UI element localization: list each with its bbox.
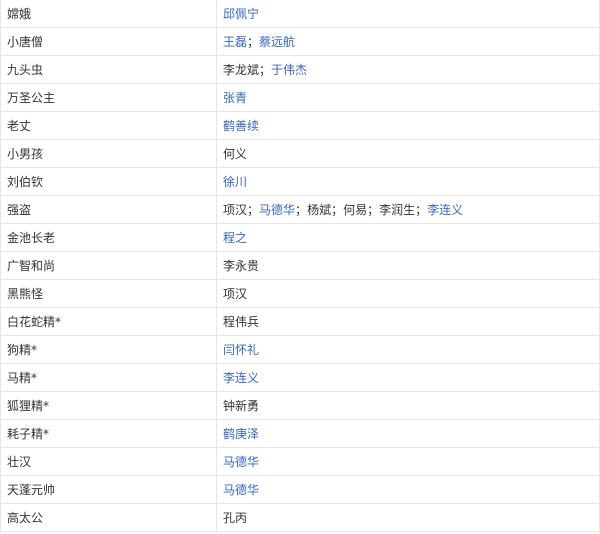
actor-cell: 张青 bbox=[216, 83, 600, 112]
table-row: 万圣公主 张青 bbox=[0, 83, 600, 112]
actor-link[interactable]: 邱佩宁 bbox=[223, 7, 259, 21]
actor-link[interactable]: 闫怀礼 bbox=[223, 343, 259, 357]
actor-link[interactable]: 李连义 bbox=[223, 371, 259, 385]
actor-cell: 闫怀礼 bbox=[216, 335, 600, 364]
table-row: 小唐僧 王磊；蔡远航 bbox=[0, 27, 600, 56]
actor-cell: 项汉；马德华；杨斌；何易；李润生；李连义 bbox=[216, 195, 600, 224]
role-cell: 老丈 bbox=[0, 111, 217, 140]
actor-separator: ； bbox=[331, 203, 344, 217]
actor-cell: 李连义 bbox=[216, 363, 600, 392]
actor-link[interactable]: 鹤庚泽 bbox=[223, 427, 259, 441]
actor-name: 钟新勇 bbox=[223, 399, 260, 413]
actor-link[interactable]: 于伟杰 bbox=[271, 63, 307, 77]
table-row: 耗子精* 鹤庚泽 bbox=[0, 419, 600, 448]
actor-cell: 程之 bbox=[216, 223, 600, 252]
actor-name: 杨斌 bbox=[307, 203, 332, 217]
actor-cell: 马德华 bbox=[216, 475, 600, 504]
role-cell: 马精* bbox=[0, 363, 217, 392]
actor-separator: ； bbox=[295, 203, 308, 217]
table-row: 嫦娥 邱佩宁 bbox=[0, 0, 600, 28]
actor-separator: ； bbox=[367, 203, 380, 217]
role-cell: 黑熊怪 bbox=[0, 279, 217, 308]
actor-link[interactable]: 李连义 bbox=[427, 203, 463, 217]
actor-cell: 王磊；蔡远航 bbox=[216, 27, 600, 56]
actor-separator: ； bbox=[259, 63, 272, 77]
actor-separator: ； bbox=[247, 35, 260, 49]
actor-name: 李润生 bbox=[379, 203, 416, 217]
actor-cell: 孔丙 bbox=[216, 503, 600, 532]
cast-table: 嫦娥 邱佩宁 小唐僧 王磊；蔡远航 九头虫 李龙斌；于伟杰 万圣公主 张青 老丈 鹤善续 小男孩 何义… bbox=[0, 0, 600, 532]
role-cell: 九头虫 bbox=[0, 55, 217, 84]
table-row: 狗精* 闫怀礼 bbox=[0, 335, 600, 364]
table-row: 壮汉 马德华 bbox=[0, 447, 600, 476]
actor-name: 孔丙 bbox=[223, 511, 248, 525]
table-row: 强盗 项汉；马德华；杨斌；何易；李润生；李连义 bbox=[0, 195, 600, 224]
actor-name: 李永贵 bbox=[223, 259, 260, 273]
actor-cell: 鹤善续 bbox=[216, 111, 600, 140]
role-cell: 白花蛇精* bbox=[0, 307, 217, 336]
actor-cell: 何义 bbox=[216, 139, 600, 168]
role-cell: 狗精* bbox=[0, 335, 217, 364]
role-cell: 万圣公主 bbox=[0, 83, 217, 112]
table-row: 九头虫 李龙斌；于伟杰 bbox=[0, 55, 600, 84]
role-cell: 嫦娥 bbox=[0, 0, 217, 28]
actor-cell: 徐川 bbox=[216, 167, 600, 196]
role-cell: 天蓬元帅 bbox=[0, 475, 217, 504]
role-cell: 小唐僧 bbox=[0, 27, 217, 56]
table-row: 刘伯钦 徐川 bbox=[0, 167, 600, 196]
actor-name: 项汉 bbox=[223, 287, 248, 301]
actor-cell: 邱佩宁 bbox=[216, 0, 600, 28]
actor-name: 程伟兵 bbox=[223, 315, 260, 329]
actor-link[interactable]: 程之 bbox=[223, 231, 247, 245]
actor-separator: ； bbox=[415, 203, 428, 217]
table-row: 马精* 李连义 bbox=[0, 363, 600, 392]
actor-cell: 李永贵 bbox=[216, 251, 600, 280]
actor-cell: 程伟兵 bbox=[216, 307, 600, 336]
actor-separator: ； bbox=[247, 203, 260, 217]
actor-name: 何义 bbox=[223, 147, 248, 161]
table-row: 小男孩 何义 bbox=[0, 139, 600, 168]
actor-cell: 马德华 bbox=[216, 447, 600, 476]
table-row: 金池长老 程之 bbox=[0, 223, 600, 252]
actor-link[interactable]: 马德华 bbox=[259, 203, 295, 217]
role-cell: 小男孩 bbox=[0, 139, 217, 168]
role-cell: 高太公 bbox=[0, 503, 217, 532]
actor-name: 何易 bbox=[343, 203, 368, 217]
actor-name: 李龙斌 bbox=[223, 63, 260, 77]
table-row: 广智和尚 李永贵 bbox=[0, 251, 600, 280]
table-row: 狐狸精* 钟新勇 bbox=[0, 391, 600, 420]
table-row: 高太公 孔丙 bbox=[0, 503, 600, 532]
actor-cell: 项汉 bbox=[216, 279, 600, 308]
actor-link[interactable]: 马德华 bbox=[223, 483, 259, 497]
role-cell: 金池长老 bbox=[0, 223, 217, 252]
actor-link[interactable]: 鹤善续 bbox=[223, 119, 259, 133]
role-cell: 强盗 bbox=[0, 195, 217, 224]
role-cell: 广智和尚 bbox=[0, 251, 217, 280]
actor-link[interactable]: 蔡远航 bbox=[259, 35, 295, 49]
role-cell: 壮汉 bbox=[0, 447, 217, 476]
table-row: 天蓬元帅 马德华 bbox=[0, 475, 600, 504]
actor-name: 项汉 bbox=[223, 203, 248, 217]
table-row: 黑熊怪 项汉 bbox=[0, 279, 600, 308]
cast-table-body: 嫦娥 邱佩宁 小唐僧 王磊；蔡远航 九头虫 李龙斌；于伟杰 万圣公主 张青 老丈 鹤善续 小男孩 何义… bbox=[0, 0, 600, 532]
table-row: 老丈 鹤善续 bbox=[0, 111, 600, 140]
role-cell: 耗子精* bbox=[0, 419, 217, 448]
role-cell: 狐狸精* bbox=[0, 391, 217, 420]
role-cell: 刘伯钦 bbox=[0, 167, 217, 196]
actor-link[interactable]: 王磊 bbox=[223, 35, 247, 49]
actor-link[interactable]: 张青 bbox=[223, 91, 247, 105]
actor-link[interactable]: 徐川 bbox=[223, 175, 247, 189]
actor-cell: 鹤庚泽 bbox=[216, 419, 600, 448]
table-row: 白花蛇精* 程伟兵 bbox=[0, 307, 600, 336]
actor-cell: 钟新勇 bbox=[216, 391, 600, 420]
actor-cell: 李龙斌；于伟杰 bbox=[216, 55, 600, 84]
actor-link[interactable]: 马德华 bbox=[223, 455, 259, 469]
